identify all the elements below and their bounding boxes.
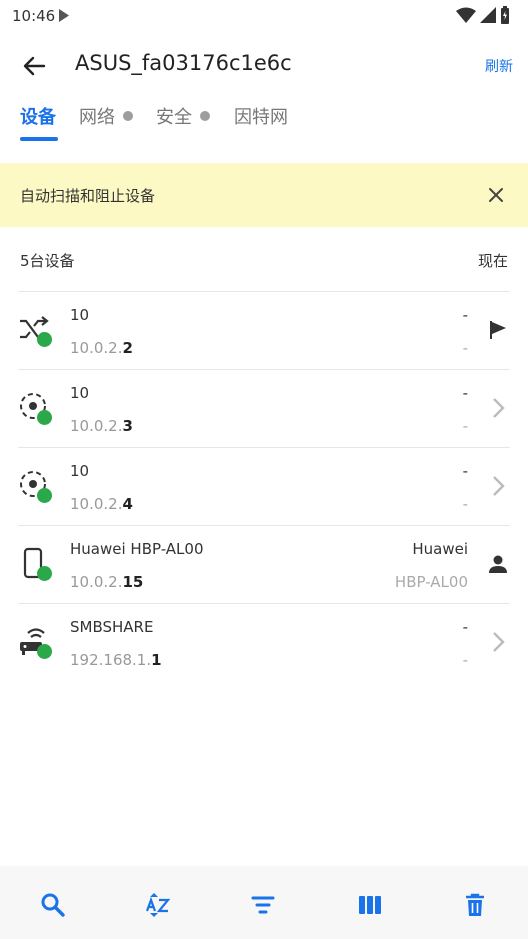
tab-devices[interactable]: 设备 xyxy=(20,103,56,129)
scan-time: 现在 xyxy=(477,252,508,270)
device-row[interactable]: Huawei HBP-AL00 10.0.2.15 Huawei HBP-AL0… xyxy=(18,525,510,603)
device-ip: 192.168.1.1 xyxy=(70,651,162,669)
back-arrow-icon[interactable] xyxy=(20,52,48,80)
wifi-icon xyxy=(456,7,476,23)
device-vendor: Huawei xyxy=(412,540,468,558)
device-vendor: - xyxy=(462,462,468,480)
device-model: - xyxy=(462,417,468,435)
refresh-button[interactable]: 刷新 xyxy=(485,56,513,76)
device-model: - xyxy=(462,495,468,513)
tab-internet[interactable]: 因特网 xyxy=(234,103,288,129)
online-status-dot xyxy=(37,566,52,581)
device-vendor: - xyxy=(462,306,468,324)
battery-icon xyxy=(501,6,509,24)
online-status-dot xyxy=(37,410,52,425)
device-row[interactable]: 10 10.0.2.4 - - xyxy=(18,447,510,525)
filter-icon[interactable] xyxy=(250,892,276,918)
signal-icon xyxy=(480,7,496,23)
info-banner: 自动扫描和阻止设备 xyxy=(0,163,528,227)
device-summary: 5台设备 现在 xyxy=(0,240,528,280)
device-model: - xyxy=(462,651,468,669)
tab-status-dot xyxy=(123,111,133,121)
chevron-right-icon[interactable] xyxy=(486,630,510,654)
device-vendor: - xyxy=(462,618,468,636)
system-icons xyxy=(456,6,510,24)
device-list: 10 10.0.2.2 - - 10 10.0.2.3 - - 10 10.0.… xyxy=(0,291,528,681)
tab-label: 设备 xyxy=(20,107,56,128)
device-row[interactable]: 10 10.0.2.3 - - xyxy=(18,369,510,447)
sort-az-icon[interactable] xyxy=(145,892,171,918)
device-model: HBP-AL00 xyxy=(394,573,468,591)
app-bar: ASUS_fa03176c1e6c 刷新 xyxy=(0,40,528,90)
device-ip: 10.0.2.2 xyxy=(70,339,133,357)
tab-bar: 设备 网络 安全 因特网 xyxy=(0,98,528,144)
bottom-action-bar xyxy=(0,866,528,939)
device-ip: 10.0.2.4 xyxy=(70,495,133,513)
tab-network[interactable]: 网络 xyxy=(79,103,133,129)
device-name: 10 xyxy=(70,306,90,324)
device-name: 10 xyxy=(70,462,90,480)
device-name: SMBSHARE xyxy=(70,618,154,636)
device-count: 5台设备 xyxy=(20,252,75,270)
tab-security[interactable]: 安全 xyxy=(156,103,210,129)
tab-label: 因特网 xyxy=(234,107,288,128)
person-icon[interactable] xyxy=(486,552,510,576)
page-title: ASUS_fa03176c1e6c xyxy=(75,51,292,75)
columns-icon[interactable] xyxy=(357,892,383,918)
search-icon[interactable] xyxy=(40,892,66,918)
device-row[interactable]: 10 10.0.2.2 - - xyxy=(18,291,510,369)
online-status-dot xyxy=(37,332,52,347)
device-ip: 10.0.2.15 xyxy=(70,573,144,591)
chevron-right-icon[interactable] xyxy=(486,474,510,498)
online-status-dot xyxy=(37,644,52,659)
close-icon[interactable] xyxy=(486,185,506,205)
device-name: Huawei HBP-AL00 xyxy=(70,540,204,558)
device-ip: 10.0.2.3 xyxy=(70,417,133,435)
tab-label: 网络 xyxy=(79,107,115,128)
active-tab-indicator xyxy=(20,137,58,141)
banner-text: 自动扫描和阻止设备 xyxy=(20,187,156,205)
status-bar: 10:46 xyxy=(0,0,528,32)
chevron-right-icon[interactable] xyxy=(486,396,510,420)
tab-label: 安全 xyxy=(156,107,192,128)
device-name: 10 xyxy=(70,384,90,402)
device-model: - xyxy=(462,339,468,357)
online-status-dot xyxy=(37,488,52,503)
flag-icon[interactable] xyxy=(486,318,510,342)
tab-status-dot xyxy=(200,111,210,121)
delete-icon[interactable] xyxy=(462,892,488,918)
play-icon xyxy=(59,9,69,22)
status-time: 10:46 xyxy=(12,7,56,25)
device-row[interactable]: SMBSHARE 192.168.1.1 - - xyxy=(18,603,510,681)
device-vendor: - xyxy=(462,384,468,402)
